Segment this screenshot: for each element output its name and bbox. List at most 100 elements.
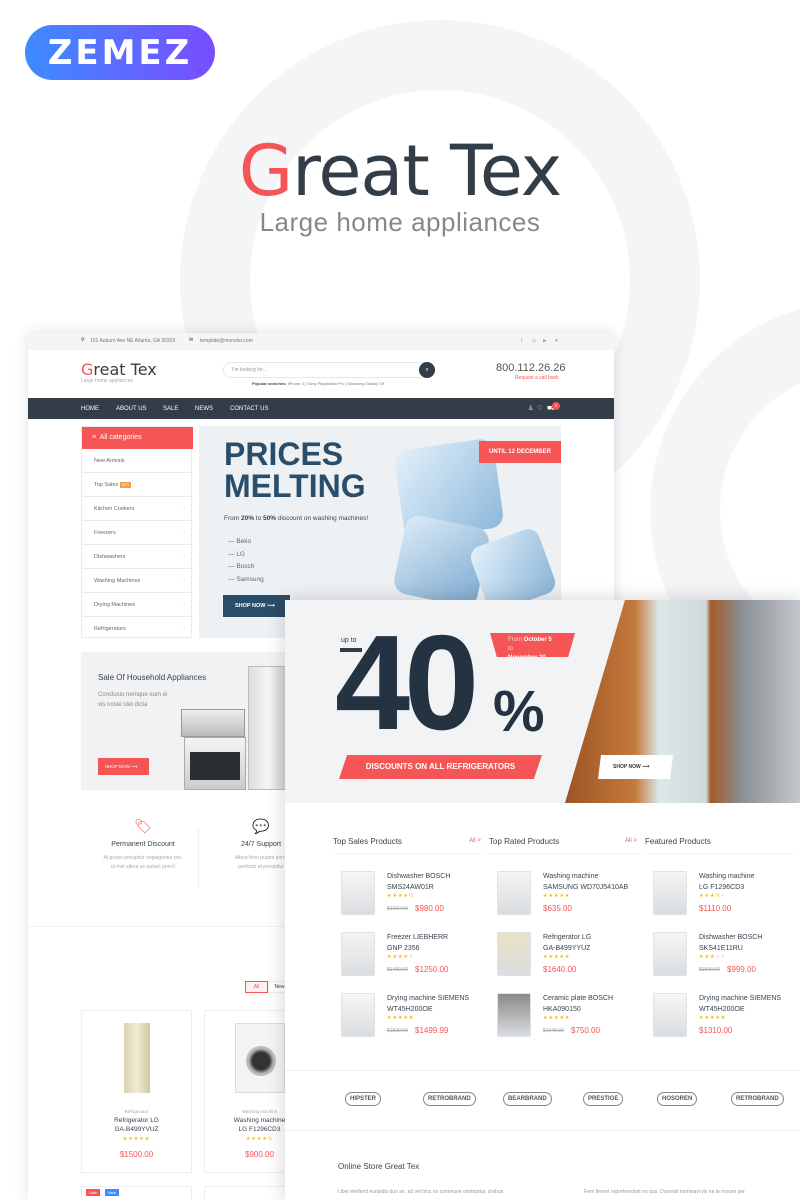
- product-image: [653, 993, 687, 1037]
- top-bar: ⚲ 101 Auburn Ave NE Atlanta, GA 30303 ✉ …: [28, 333, 614, 350]
- product-name[interactable]: Ceramic plate BOSCH HKA090150: [543, 993, 639, 1015]
- twitter-icon[interactable]: ♥: [555, 338, 558, 344]
- promo-subtitle: Large home appliances: [259, 207, 541, 237]
- brand-logo[interactable]: RETROBRAND: [731, 1092, 784, 1106]
- product-list-item[interactable]: Washing machine LG F1296CD3 ★★★½★ $1110.0…: [645, 871, 797, 931]
- view-all-link[interactable]: All >: [469, 838, 481, 844]
- nav-news[interactable]: NEWS: [195, 406, 213, 412]
- instagram-icon[interactable]: ◎: [532, 338, 536, 344]
- rating-stars: ★★★★★: [699, 1015, 727, 1021]
- old-price: $1049.99: [543, 1028, 564, 1034]
- nav-contact[interactable]: CONTACT US: [230, 406, 268, 412]
- sidebar-item-dishwashers[interactable]: Dishwashers ›: [82, 545, 193, 569]
- product-list-item[interactable]: Drying machine SIEMENS WT45H200OE ★★★★★ $…: [333, 993, 485, 1053]
- new-badge: New: [105, 1189, 120, 1196]
- request-callback-link[interactable]: Request a call back: [515, 375, 559, 381]
- popular-link[interactable]: Sony Playstation Pro: [307, 381, 344, 386]
- product-name[interactable]: Freezer LIEBHERR GNP 2356: [387, 932, 483, 954]
- banner-shop-now-button[interactable]: SHOP NOW ⟶: [598, 755, 673, 779]
- cart-count: 0: [552, 402, 560, 410]
- price: $1500.00: [119, 1150, 154, 1159]
- brand-logo[interactable]: BEARBRAND: [503, 1092, 552, 1106]
- phone-number: 800.112.26.26: [496, 362, 566, 374]
- divider: [489, 853, 639, 854]
- hot-badge: HOT: [119, 482, 132, 488]
- price: $1640.00: [543, 965, 577, 974]
- product-image: [497, 932, 531, 976]
- rating-stars: ★★★★★: [543, 954, 571, 960]
- product-list-item[interactable]: Dishwasher BOSCH SKS41E11RU ★★★★★ $1800.0…: [645, 932, 797, 992]
- old-price: $1480.00: [387, 967, 408, 973]
- view-all-link[interactable]: All >: [625, 838, 637, 844]
- divider: [333, 853, 483, 854]
- brand-logo[interactable]: HIPSTER: [345, 1092, 382, 1106]
- about-title: Online Store Great Tex: [338, 1162, 420, 1171]
- product-column-title: Featured Products: [645, 837, 711, 846]
- product-list-item[interactable]: Freezer LIEBHERR GNP 2356 ★★★★★ $1480.00 …: [333, 932, 485, 992]
- nav-sale[interactable]: SALE: [163, 406, 178, 412]
- hero-shop-now-button[interactable]: SHOP NOW ⟶: [223, 595, 290, 617]
- brand-logo[interactable]: RETROBRAND: [423, 1092, 476, 1106]
- price: $1250.00: [415, 965, 449, 974]
- product-list-item[interactable]: Ceramic plate BOSCH HKA090150 ★★★★★ $1049…: [489, 993, 641, 1053]
- promo-banner: up to 40 From October 5 to November 20 % …: [285, 600, 800, 803]
- sidebar-item-kitchen-cookers[interactable]: Kitchen Cookers ›: [82, 497, 193, 521]
- hero-title: PRICES MELTING: [224, 436, 366, 504]
- email-link[interactable]: template@monster.com: [200, 338, 253, 344]
- sale-banner-shop-now-button[interactable]: SHOP NOW ⟶: [98, 758, 149, 775]
- filter-all-button[interactable]: All: [245, 981, 268, 993]
- product-card[interactable]: Sale New: [81, 1186, 192, 1200]
- sidebar-item-top-sales[interactable]: Top Sales HOT: [82, 473, 193, 497]
- about-text-1: Liber eleifend euripidis duo an, ad vel …: [338, 1189, 504, 1195]
- brand-logo[interactable]: HOSOREN: [657, 1092, 698, 1106]
- product-list-item[interactable]: Dishwasher BOSCH SMS24AW01R ★★★★½ $1200.0…: [333, 871, 485, 931]
- search-input[interactable]: I'm looking for... ⌕: [223, 362, 435, 378]
- sidebar-item-drying-machines[interactable]: Drying Machines ›: [82, 593, 193, 617]
- site-logo[interactable]: Great Tex: [81, 360, 157, 379]
- location-icon: ⚲: [81, 337, 85, 343]
- zemez-logo[interactable]: ZEMEZ: [25, 25, 215, 80]
- all-categories-header[interactable]: ≡ All categories: [82, 427, 193, 449]
- sidebar-item-washing-machines[interactable]: Washing Machines ›: [82, 569, 193, 593]
- about-text-2: Ferri fierent reprehendunt no quo. Docen…: [584, 1189, 745, 1195]
- popular-searches: Popular searches: iPhone X | Sony Playst…: [252, 381, 385, 386]
- product-name[interactable]: Refrigerator LG GA-B499YYUZ: [543, 932, 639, 954]
- rating-stars: ★★★½★: [699, 893, 727, 899]
- price: $980.00: [415, 904, 444, 913]
- product-name[interactable]: Drying machine SIEMENS WT45H200OE: [699, 993, 795, 1015]
- sidebar-item-new-arrivals[interactable]: New Arrivals: [82, 449, 193, 473]
- user-icon[interactable]: ♙: [528, 405, 533, 412]
- nav-home[interactable]: HOME: [81, 406, 99, 412]
- product-image: [341, 932, 375, 976]
- sale-badge: Sale: [86, 1189, 101, 1196]
- brand-logo[interactable]: PRESTIGE: [583, 1092, 624, 1106]
- popular-link[interactable]: iPhone X: [288, 381, 304, 386]
- product-name[interactable]: Dishwasher BOSCH SKS41E11RU: [699, 932, 795, 954]
- popular-link[interactable]: Samsung Galaxy S9: [348, 381, 384, 386]
- product-image: [653, 871, 687, 915]
- sidebar-item-freezers[interactable]: Freezers ›: [82, 521, 193, 545]
- nav-about[interactable]: ABOUT US: [116, 406, 147, 412]
- product-list-item[interactable]: Washing machine SAMSUNG WD70J5410AB ★★★★★…: [489, 871, 641, 931]
- product-name[interactable]: Drying machine SIEMENS WT45H200OE: [387, 993, 483, 1015]
- youtube-icon[interactable]: ▶: [543, 338, 547, 344]
- wishlist-icon[interactable]: ♡: [537, 405, 542, 412]
- price: $750.00: [571, 1026, 600, 1035]
- facebook-icon[interactable]: f: [521, 338, 522, 344]
- search-button[interactable]: ⌕: [419, 362, 435, 378]
- tag-icon: 🏷: [134, 818, 152, 834]
- date-ribbon: From October 5 to November 20: [490, 633, 575, 657]
- product-name[interactable]: Washing machine LG F1296CD3: [699, 871, 795, 893]
- product-card[interactable]: Refrigerator Refrigerator LG GA-B499YVUZ…: [81, 1010, 192, 1173]
- chevron-right-icon: ›: [183, 625, 185, 631]
- oven-image: [184, 737, 246, 790]
- rating-stars: ★★★★★: [122, 1136, 151, 1142]
- product-list-item[interactable]: Drying machine SIEMENS WT45H200OE ★★★★★ $…: [645, 993, 797, 1053]
- divider: [645, 853, 795, 854]
- percent-sign: %: [493, 679, 545, 744]
- product-name[interactable]: Washing machine SAMSUNG WD70J5410AB: [543, 871, 639, 893]
- product-list-item[interactable]: Refrigerator LG GA-B499YYUZ ★★★★★ $1640.0…: [489, 932, 641, 992]
- product-name[interactable]: Dishwasher BOSCH SMS24AW01R: [387, 871, 483, 893]
- sidebar-item-refrigerators[interactable]: Refrigerators ›: [82, 617, 193, 641]
- rating-stars: ★★★★★: [543, 893, 571, 899]
